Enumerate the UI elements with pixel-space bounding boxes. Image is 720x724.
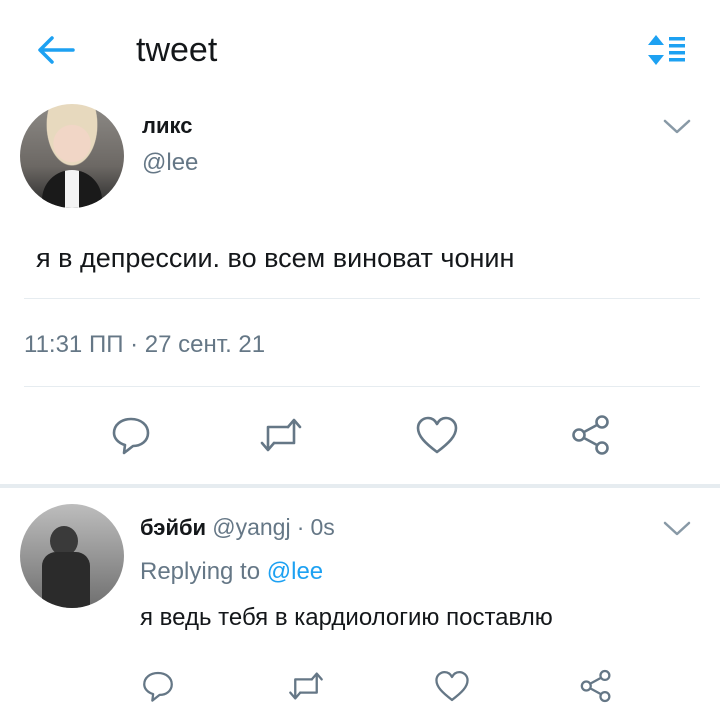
arrow-left-icon [38,36,75,64]
reply-text: я ведь тебя в кардиологию поставлю [140,604,553,631]
tweet-text: я в депрессии. во всем виноват чонин [36,243,515,273]
divider [24,386,700,387]
reply-like-button[interactable] [430,664,474,708]
tweet-menu-button[interactable] [657,112,697,142]
chevron-down-icon [663,521,691,536]
replying-mention-link[interactable]: @lee [267,558,323,585]
reply-age: 0s [310,514,335,540]
retweet-icon [289,672,323,700]
reply-header: бэйби @yangj · 0s [140,512,335,543]
author-handle[interactable]: @lee [142,148,198,178]
reply-button[interactable] [106,410,156,460]
like-button[interactable] [412,410,462,460]
back-button[interactable] [30,28,80,72]
like-icon [435,670,469,702]
app-header: tweet [0,0,720,100]
replying-to: Replying to @lee [140,556,323,588]
tweet-time: 11:31 ПП [24,331,124,358]
timestamp-separator: · [130,331,139,358]
share-icon [580,669,611,703]
reply-reply-button[interactable] [136,664,180,708]
chevron-down-icon [663,119,691,134]
sort-button[interactable] [642,28,692,72]
reply-share-button[interactable] [574,664,618,708]
reply-menu-button[interactable] [657,514,697,544]
reply-separator: · [296,514,305,540]
retweet-icon [260,418,302,452]
reply-retweet-button[interactable] [284,664,328,708]
share-icon [572,415,609,455]
author-avatar[interactable] [20,104,124,208]
replying-prefix: Replying to [140,558,261,585]
reply-icon [112,417,150,455]
tweet-timestamp: 11:31 ПП · 27 сент. 21 [24,330,265,360]
reply-icon [143,671,173,702]
reply-author-name[interactable]: бэйби [140,515,206,540]
reply-author-avatar[interactable] [20,504,124,608]
author-name[interactable]: ликс [142,112,192,140]
reply-author-handle[interactable]: @yangj [212,514,290,540]
share-button[interactable] [566,410,616,460]
retweet-button[interactable] [256,410,306,460]
page-title: tweet [136,31,218,69]
section-divider [0,484,720,488]
tweet-date: 27 сент. 21 [144,331,266,358]
divider [24,298,700,299]
like-icon [416,416,458,454]
sort-icon [648,35,685,65]
